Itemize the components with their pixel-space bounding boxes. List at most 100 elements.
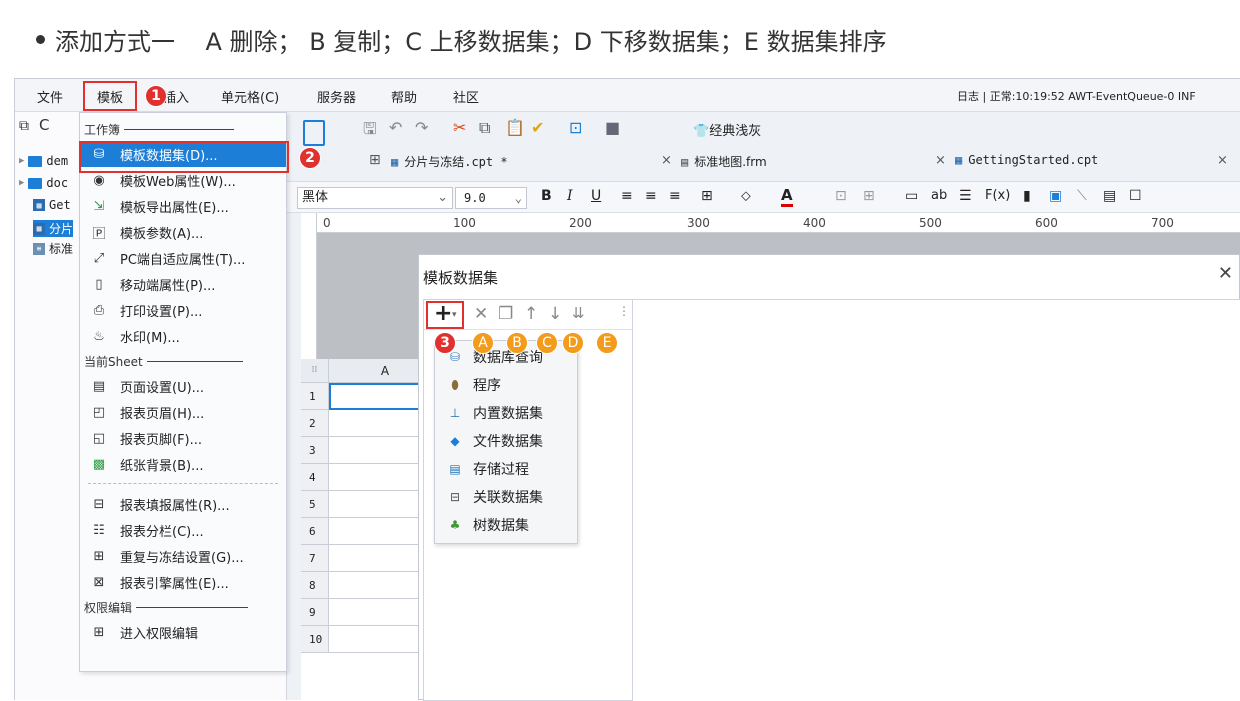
copy-icon[interactable]: ❐ <box>498 304 513 324</box>
row-header[interactable]: 6 <box>301 518 329 545</box>
move-down-icon[interactable]: ↓ <box>548 304 562 324</box>
dataset-list-pane: + ▾ ✕ ❐ ↑ ↓ ⇊ ⋮ ⛁ 数据库查询 ⬮ 程序 ⊥ 内置数据集 ◆ 文件数据集… <box>423 299 633 701</box>
menu-community[interactable]: 社区 <box>453 87 479 106</box>
formula-icon[interactable]: F(x) <box>985 188 1010 203</box>
menu-file[interactable]: 文件 <box>37 87 63 106</box>
menu-item-parameter[interactable]: 🄿 模板参数(A)... <box>80 219 286 245</box>
format-painter-icon[interactable]: ✔ <box>531 118 544 137</box>
menu-item-background[interactable]: ▩ 纸张背景(B)... <box>80 451 286 477</box>
delete-icon[interactable]: ✕ <box>474 304 488 324</box>
border-icon[interactable]: ⊞ <box>701 188 713 204</box>
align-left-icon[interactable]: ≡ <box>621 188 633 204</box>
menu-item-engine[interactable]: ⊠ 报表引擎属性(E)... <box>80 569 286 595</box>
file-dataset-icon: ◆ <box>450 434 460 448</box>
row-header[interactable]: 3 <box>301 437 329 464</box>
menu-item-pc-adaptive[interactable]: ⤢ PC端自适应属性(T)... <box>80 245 286 271</box>
slash-icon[interactable]: ⟍ <box>1077 188 1087 204</box>
menu-item-mobile[interactable]: ▯ 移动端属性(P)... <box>80 271 286 297</box>
rich-text-icon[interactable]: ☰ <box>959 188 972 204</box>
menu-item-permission[interactable]: ⊞ 进入权限编辑 <box>80 619 286 645</box>
text-icon[interactable]: ab <box>931 188 947 203</box>
popup-item-tree[interactable]: ♣ 树数据集 <box>447 515 529 535</box>
tree-item[interactable]: ▦ Get <box>33 198 71 212</box>
menu-item-fill-attr[interactable]: ⊟ 报表填报属性(R)... <box>80 491 286 517</box>
refresh-icon[interactable]: C <box>39 116 49 134</box>
tab-standard-map[interactable]: ▤ 标准地图.frm <box>681 153 767 170</box>
italic-icon[interactable]: I <box>567 188 573 204</box>
popup-item-stored-proc[interactable]: ▤ 存储过程 <box>447 459 529 479</box>
menu-item-export-attr[interactable]: ⇲ 模板导出属性(E)... <box>80 193 286 219</box>
popup-item-relation[interactable]: ⊟ 关联数据集 <box>447 487 543 507</box>
menu-item-watermark[interactable]: ♨ 水印(M)... <box>80 323 286 349</box>
menu-item-page-setup[interactable]: ▤ 页面设置(U)... <box>80 373 286 399</box>
image-icon[interactable]: ▣ <box>1049 188 1062 204</box>
font-family-select[interactable]: 黑体 ⌄ <box>297 187 453 209</box>
align-right-icon[interactable]: ≡ <box>669 188 681 204</box>
border-style-icon[interactable]: ☐ <box>1129 188 1142 204</box>
menu-help[interactable]: 帮助 <box>391 87 417 106</box>
sort-icon[interactable]: ⇊ <box>572 304 585 322</box>
status-log[interactable]: 日志 | 正常:10:19:52 AWT-EventQueue-0 INF <box>957 88 1196 104</box>
font-color-icon[interactable]: A <box>781 186 793 207</box>
save-icon[interactable]: 🖫 <box>363 118 377 145</box>
split-icon[interactable]: ⊞ <box>863 188 875 204</box>
move-up-icon[interactable]: ↑ <box>524 304 538 324</box>
menu-item-print[interactable]: ⎙ 打印设置(P)... <box>80 297 286 323</box>
redo-icon[interactable]: ↷ <box>415 118 428 137</box>
undo-icon[interactable]: ↶ <box>389 118 402 137</box>
font-size-select[interactable]: 9.0 ⌄ <box>455 187 527 209</box>
background-icon: ▩ <box>92 456 106 472</box>
row-header[interactable]: 1 <box>301 383 329 410</box>
popup-item-db-query[interactable]: ⛁ 数据库查询 <box>447 347 543 367</box>
select-all-corner[interactable]: ⁞⁞ <box>301 359 329 383</box>
copy-icon[interactable]: ⧉ <box>479 118 490 138</box>
header-icon: ◰ <box>92 404 106 420</box>
chart-icon[interactable]: ▮ <box>1023 188 1031 204</box>
popup-item-file[interactable]: ◆ 文件数据集 <box>447 431 543 451</box>
close-tab-icon[interactable]: × <box>935 153 946 168</box>
add-dataset-popup: ⛁ 数据库查询 ⬮ 程序 ⊥ 内置数据集 ◆ 文件数据集 ▤ 存储过程 ⊟ 关联数据集 ♣ 树… <box>434 340 578 544</box>
fill-color-icon[interactable]: ⬦ <box>741 188 751 204</box>
row-header[interactable]: 2 <box>301 410 329 437</box>
bold-icon[interactable]: B <box>541 188 552 204</box>
cut-icon[interactable]: ✂ <box>453 118 466 137</box>
align-center-icon[interactable]: ≡ <box>645 188 657 204</box>
menu-item-columns[interactable]: ☷ 报表分栏(C)... <box>80 517 286 543</box>
popup-item-builtin[interactable]: ⊥ 内置数据集 <box>447 403 543 423</box>
insert-icon[interactable]: ■ <box>605 118 620 137</box>
theme-button[interactable]: 👕经典浅灰 <box>693 120 761 139</box>
tree-item-selected[interactable]: ▦ 分片 <box>33 220 74 237</box>
menu-cell[interactable]: 单元格(C) <box>221 87 279 106</box>
close-tab-icon[interactable]: × <box>1217 153 1228 168</box>
row-header[interactable]: 4 <box>301 464 329 491</box>
subreport-icon[interactable]: ▤ <box>1103 188 1116 204</box>
tree-item[interactable]: ▶ doc <box>19 176 68 190</box>
new-folder-icon[interactable]: ⧉ <box>19 118 29 134</box>
close-tab-icon[interactable]: × <box>661 153 672 168</box>
tree-item[interactable]: ▶ dem <box>19 154 68 168</box>
tab-slicing-freeze[interactable]: ▦ 分片与冻结.cpt * <box>391 153 508 170</box>
menu-item-footer[interactable]: ◱ 报表页脚(F)... <box>80 425 286 451</box>
row-header[interactable]: 8 <box>301 572 329 599</box>
ruler-tick: 300 <box>687 216 710 230</box>
menu-item-header[interactable]: ◰ 报表页眉(H)... <box>80 399 286 425</box>
row-header[interactable]: 7 <box>301 545 329 572</box>
merge-icon[interactable]: ⊡ <box>835 188 847 204</box>
globe-icon: ◉ <box>93 172 105 188</box>
preview-icon[interactable]: ⊡ <box>569 118 582 137</box>
tree-item[interactable]: ≡ 标准 <box>33 240 73 257</box>
underline-icon[interactable]: U <box>591 188 601 204</box>
grid-tab-icon[interactable]: ⊞ <box>369 152 381 168</box>
paste-icon[interactable]: 📋 <box>505 118 525 137</box>
add-dataset-button[interactable]: + <box>434 301 452 326</box>
popup-item-program[interactable]: ⬮ 程序 <box>447 375 501 395</box>
menu-server[interactable]: 服务器 <box>317 87 356 106</box>
row-header[interactable]: 9 <box>301 599 329 626</box>
menu-item-freeze[interactable]: ⊞ 重复与冻结设置(G)... <box>80 543 286 569</box>
tab-getting-started[interactable]: ▦ GettingStarted.cpt <box>955 153 1098 167</box>
textfield-icon[interactable]: ▭ <box>905 188 918 204</box>
more-icon[interactable]: ⋮ <box>618 304 630 318</box>
close-icon[interactable]: ✕ <box>1218 263 1233 284</box>
row-header[interactable]: 5 <box>301 491 329 518</box>
row-header[interactable]: 10 <box>301 626 329 653</box>
